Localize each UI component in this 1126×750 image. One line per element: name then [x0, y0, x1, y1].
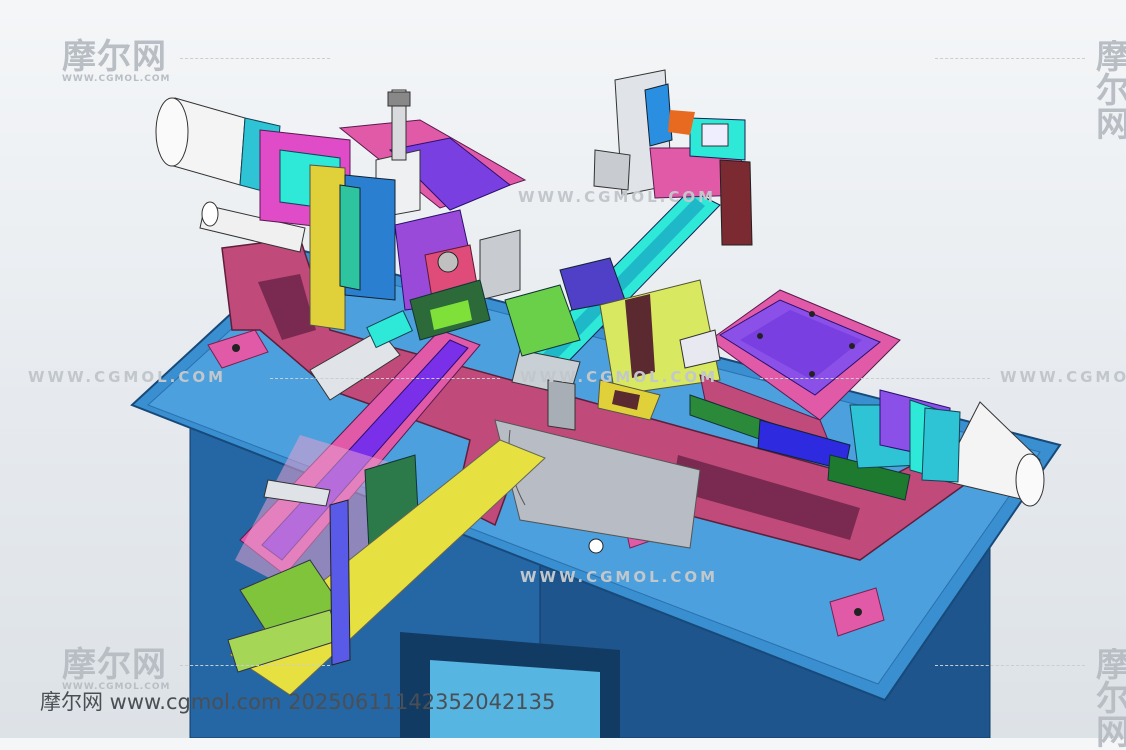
watermark-text-center: WWW.CGMOL.COM	[520, 368, 719, 386]
watermark-brand: 摩尔网	[1096, 40, 1126, 142]
watermark-logo-top-left: 摩尔网 WWW.CGMOL.COM	[62, 40, 170, 84]
watermark-divider	[180, 58, 330, 59]
watermark-divider	[180, 665, 330, 666]
watermark-logo-bottom-right: 摩尔网	[1096, 648, 1126, 750]
watermark-divider	[270, 378, 500, 379]
watermark-brand: 摩尔网	[62, 37, 167, 77]
cad-viewport[interactable]: 摩尔网 WWW.CGMOL.COM 摩尔网 摩尔网 WWW.CGMOL.COM …	[0, 0, 1126, 750]
watermark-text-mid-left: WWW.CGMOL.COM	[28, 368, 227, 386]
watermark-divider	[935, 665, 1085, 666]
watermark-text-mid-right: WWW.CGMOL.COM	[1000, 368, 1126, 386]
watermark-text-bottom-center: WWW.CGMOL.COM	[520, 568, 719, 586]
watermark-logo-top-right: 摩尔网	[1096, 40, 1126, 142]
footer-caption: 摩尔网 www.cgmol.com 20250611142352042135	[40, 690, 556, 714]
watermark-brand: 摩尔网	[62, 645, 167, 685]
watermark-brand: 摩尔网	[1096, 648, 1126, 750]
watermark-domain: WWW.CGMOL.COM	[62, 74, 171, 84]
watermark-text-center-top: WWW.CGMOL.COM	[518, 188, 717, 206]
watermark-divider	[935, 58, 1085, 59]
watermark-divider	[760, 378, 990, 379]
